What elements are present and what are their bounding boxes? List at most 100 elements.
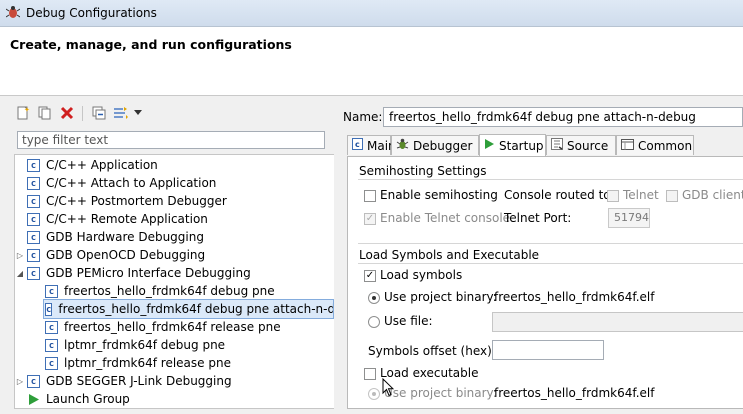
gdb-client-checkbox[interactable]	[666, 190, 678, 202]
tree-item-freertos-attach-selected[interactable]: c freertos_hello_frdmk64f debug pne atta…	[43, 299, 334, 319]
use-project-binary-radio[interactable]	[368, 292, 380, 304]
tree-item-label: C/C++ Postmortem Debugger	[46, 194, 227, 208]
enable-telnet-console-label: Enable Telnet console	[380, 211, 511, 225]
use-project-binary-label: Use project binary:	[384, 290, 497, 304]
use-file-input[interactable]	[492, 312, 743, 332]
tab-source[interactable]: Source	[546, 135, 616, 155]
tree-item-label: lptmr_frdmk64f release pne	[64, 356, 231, 370]
c-config-icon: c	[45, 338, 58, 352]
tree-item-label: lptmr_frdmk64f debug pne	[64, 338, 226, 352]
debugger-bug-icon	[396, 138, 409, 153]
tree-item-label: GDB SEGGER J-Link Debugging	[46, 374, 232, 388]
enable-semihosting-checkbox[interactable]	[364, 190, 376, 202]
project-binary-value: freertos_hello_frdmk64f.elf	[494, 290, 655, 304]
tree-item-label: Launch Group	[46, 392, 130, 406]
use-project-binary-2-label: Use project binary:	[384, 386, 497, 400]
filter-icon[interactable]	[112, 104, 130, 122]
tree-item-label: GDB OpenOCD Debugging	[46, 248, 206, 262]
c-config-icon: c	[27, 266, 40, 280]
symbols-offset-input[interactable]	[492, 340, 604, 360]
tree-item-gdb-hardware[interactable]: c GDB Hardware Debugging	[27, 228, 204, 246]
tree-item-gdb-openocd[interactable]: ▷ c GDB OpenOCD Debugging	[15, 246, 205, 264]
tree-item-label: freertos_hello_frdmk64f debug pne attach…	[58, 302, 334, 316]
c-config-icon: c	[27, 374, 40, 388]
load-symbols-checkbox[interactable]: ✓	[364, 270, 376, 282]
load-symbols-label: Load symbols	[380, 268, 463, 282]
tree-item-label: C/C++ Application	[46, 158, 158, 172]
use-project-binary-2-radio[interactable]	[368, 388, 380, 400]
c-config-icon: c	[45, 356, 58, 370]
tree-item-cc-postmortem[interactable]: c C/C++ Postmortem Debugger	[27, 192, 227, 210]
load-executable-checkbox[interactable]	[364, 368, 376, 380]
c-config-icon: c	[27, 158, 40, 172]
tree-item-freertos-debug[interactable]: c freertos_hello_frdmk64f debug pne	[45, 282, 275, 300]
c-config-icon: c	[27, 212, 40, 226]
c-config-icon: c	[27, 176, 40, 190]
symbols-offset-label: Symbols offset (hex):	[368, 344, 496, 358]
tab-label: Common	[638, 138, 693, 153]
title-bar: Debug Configurations	[0, 0, 743, 27]
config-tabs: c Main Debugger Startup Source Common	[347, 134, 743, 156]
new-config-icon[interactable]: ✦	[14, 104, 32, 122]
tree-item-label: C/C++ Remote Application	[46, 212, 208, 226]
enable-telnet-console-checkbox[interactable]: ✓	[364, 213, 376, 225]
tree-item-label: GDB Hardware Debugging	[46, 230, 204, 244]
tree-item-gdb-pemicro[interactable]: ◢ c GDB PEMicro Interface Debugging	[15, 264, 251, 282]
tree-item-freertos-release[interactable]: c freertos_hello_frdmk64f release pne	[45, 318, 281, 336]
telnet-label: Telnet	[623, 188, 659, 202]
c-config-icon: c	[45, 302, 53, 316]
config-editor-pane: Name: freertos_hello_frdmk64f debug pne …	[337, 100, 743, 409]
dropdown-arrow-icon[interactable]	[132, 104, 144, 122]
use-file-radio[interactable]	[368, 316, 380, 328]
tab-debugger[interactable]: Debugger	[391, 135, 479, 155]
tab-main[interactable]: c Main	[347, 135, 396, 155]
tree-item-cc-attach[interactable]: c C/C++ Attach to Application	[27, 174, 216, 192]
collapse-arrow-icon[interactable]: ◢	[15, 269, 25, 278]
tab-label: Debugger	[413, 138, 473, 153]
source-icon	[551, 138, 563, 153]
tree-item-label: freertos_hello_frdmk64f debug pne	[64, 284, 275, 298]
dialog-header: Create, manage, and run configurations	[0, 27, 743, 96]
tree-item-cc-application[interactable]: c C/C++ Application	[27, 156, 158, 174]
config-list-pane: ✦ type filter text c C/C++ Application c…	[0, 100, 334, 409]
duplicate-icon[interactable]	[36, 104, 54, 122]
tree-item-label: freertos_hello_frdmk64f release pne	[64, 320, 281, 334]
startup-panel: Semihosting Settings Enable semihosting …	[347, 156, 743, 409]
telnet-port-field[interactable]: 51794	[608, 208, 650, 228]
console-routed-label: Console routed to:	[504, 188, 615, 202]
tree-item-launch-group[interactable]: Launch Group	[27, 390, 130, 408]
tree-item-cc-remote[interactable]: c C/C++ Remote Application	[27, 210, 208, 228]
tab-common[interactable]: Common	[616, 135, 694, 155]
dialog-heading: Create, manage, and run configurations	[10, 37, 292, 52]
main-tab-icon: c	[352, 138, 363, 153]
semihosting-group-label: Semihosting Settings	[359, 164, 487, 178]
tab-label: Source	[567, 138, 609, 153]
c-config-icon: c	[27, 248, 40, 262]
svg-text:c: c	[355, 140, 360, 149]
gdb-client-label: GDB client	[682, 188, 743, 202]
tree-item-label: GDB PEMicro Interface Debugging	[46, 266, 251, 280]
toolbar-separator	[82, 106, 83, 121]
collapse-all-icon[interactable]	[90, 104, 108, 122]
delete-icon[interactable]	[58, 104, 76, 122]
filter-input[interactable]: type filter text	[17, 131, 325, 149]
use-file-label: Use file:	[384, 314, 433, 328]
name-label: Name:	[343, 110, 383, 124]
name-input[interactable]: freertos_hello_frdmk64f debug pne attach…	[383, 107, 743, 127]
tree-item-lptmr-release[interactable]: c lptmr_frdmk64f release pne	[45, 354, 231, 372]
telnet-port-label: Telnet Port:	[504, 211, 572, 225]
window-title: Debug Configurations	[26, 6, 157, 20]
eclipse-bug-icon	[6, 6, 20, 18]
c-config-icon: c	[45, 284, 58, 298]
expand-arrow-icon[interactable]: ▷	[15, 251, 25, 260]
tree-item-lptmr-debug[interactable]: c lptmr_frdmk64f debug pne	[45, 336, 225, 354]
mouse-pointer-icon	[382, 378, 394, 397]
project-binary-2-value: freertos_hello_frdmk64f.elf	[494, 386, 655, 400]
telnet-checkbox[interactable]	[607, 190, 619, 202]
c-config-icon: c	[45, 320, 58, 334]
tree-item-gdb-segger[interactable]: ▷ c GDB SEGGER J-Link Debugging	[15, 372, 232, 390]
load-group-label: Load Symbols and Executable	[359, 248, 540, 262]
expand-arrow-icon[interactable]: ▷	[15, 377, 25, 386]
c-config-icon: c	[27, 230, 40, 244]
tab-startup[interactable]: Startup	[479, 134, 546, 156]
